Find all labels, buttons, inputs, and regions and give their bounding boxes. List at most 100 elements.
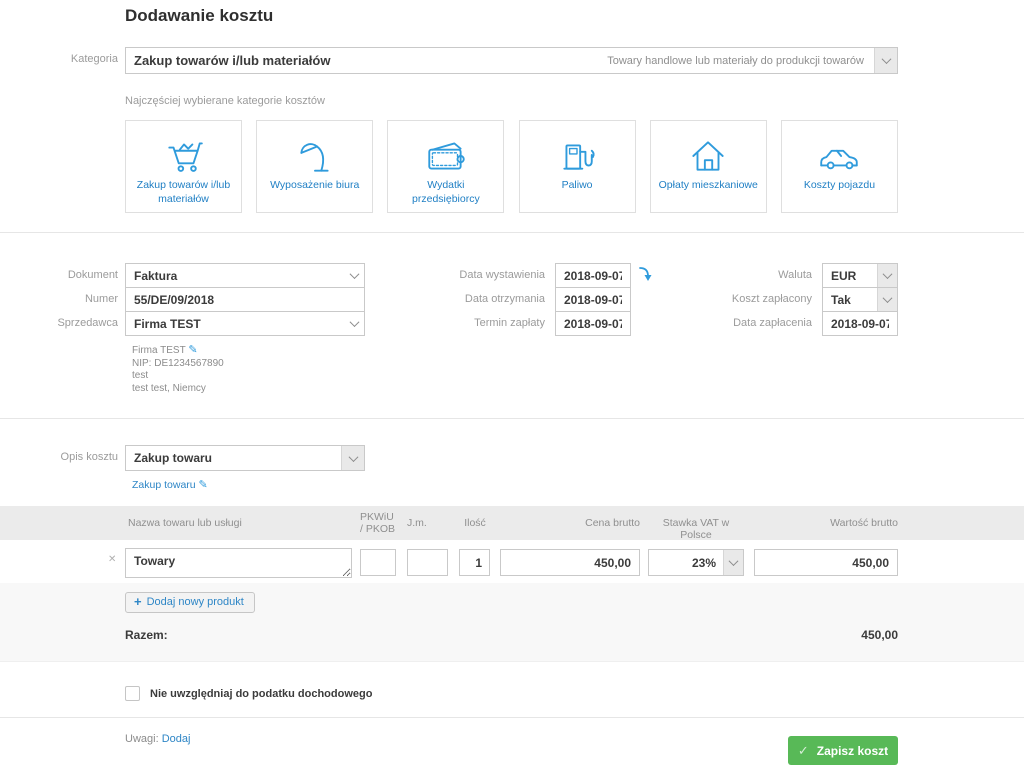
remove-row-icon[interactable]: ✕ <box>108 554 116 565</box>
koszt-zaplacony-select[interactable]: Tak <box>822 287 898 312</box>
data-zaplacenia-label: Data zapłacenia <box>662 317 812 329</box>
chevron-down-icon <box>345 312 364 335</box>
data-wystawienia-input[interactable] <box>555 263 631 288</box>
divider <box>0 232 1024 233</box>
uwagi-add-link[interactable]: Dodaj <box>162 733 191 745</box>
products-footer: + Dodaj nowy produkt Razem: 450,00 <box>0 583 1024 662</box>
add-product-label: Dodaj nowy produkt <box>147 596 244 608</box>
sprzedawca-value: Firma TEST <box>126 317 345 331</box>
category-card-zakup-towarow[interactable]: Zakup towarów i/lub materiałów <box>125 120 242 213</box>
numer-input[interactable] <box>125 287 365 312</box>
suggestions-title: Najczęściej wybierane kategorie kosztów <box>125 95 325 107</box>
category-card-wydatki-przedsiebiorcy[interactable]: Wydatki przedsiębiorcy <box>387 120 504 213</box>
header-pkwiu-line1: PKWiU <box>360 511 395 523</box>
waluta-value: EUR <box>823 269 877 283</box>
data-otrzymania-input[interactable] <box>555 287 631 312</box>
house-icon <box>687 121 729 175</box>
termin-zaplaty-input[interactable] <box>555 311 631 336</box>
add-cost-page: Dodawanie kosztu Kategoria Zakup towarów… <box>0 0 1024 768</box>
koszt-zaplacony-value: Tak <box>823 293 877 307</box>
opis-kosztu-value: Zakup towaru <box>126 451 341 465</box>
product-name-input[interactable]: Towary <box>125 548 352 578</box>
copy-date-down-icon[interactable] <box>638 265 652 287</box>
page-title: Dodawanie kosztu <box>125 6 273 26</box>
sprzedawca-label: Sprzedawca <box>0 317 118 329</box>
chevron-down-icon <box>341 446 364 470</box>
waluta-select[interactable]: EUR <box>822 263 898 288</box>
waluta-label: Waluta <box>662 269 812 281</box>
category-card-label: Wydatki przedsiębiorcy <box>388 175 503 206</box>
opis-kosztu-edit[interactable]: Zakup towaru ✎ <box>132 478 208 491</box>
dokument-select[interactable]: Faktura <box>125 263 365 288</box>
category-card-label: Zakup towarów i/lub materiałów <box>126 175 241 206</box>
products-table-header: Nazwa towaru lub usługi PKWiU / PKOB J.m… <box>0 506 1024 540</box>
chevron-down-icon <box>877 264 897 287</box>
header-jm: J.m. <box>407 517 427 529</box>
koszt-zaplacony-label: Koszt zapłacony <box>662 293 812 305</box>
header-pkwiu-line2: / PKOB <box>360 523 395 535</box>
income-tax-exclude-checkbox[interactable] <box>125 686 140 701</box>
pkwiu-input[interactable] <box>360 549 396 576</box>
shopping-cart-icon <box>163 121 205 175</box>
category-card-koszty-pojazdu[interactable]: Koszty pojazdu <box>781 120 898 213</box>
total-label: Razem: <box>125 628 168 642</box>
seller-address-line1: test <box>132 370 224 383</box>
income-tax-exclude-label: Nie uwzględniaj do podatku dochodowego <box>150 688 372 700</box>
stawka-vat-select[interactable]: 23% <box>648 549 744 576</box>
seller-name: Firma TEST <box>132 345 186 356</box>
header-cena-brutto: Cena brutto <box>500 517 640 529</box>
header-stawka-vat: Stawka VAT w Polsce <box>648 517 744 541</box>
category-card-label: Paliwo <box>556 175 599 193</box>
checkmark-icon: ✓ <box>798 743 809 759</box>
category-card-paliwo[interactable]: Paliwo <box>519 120 636 213</box>
desk-lamp-icon <box>294 121 336 175</box>
category-selected-value: Zakup towarów i/lub materiałów <box>126 53 607 68</box>
termin-zaplaty-label: Termin zapłaty <box>395 317 545 329</box>
car-icon <box>816 121 862 175</box>
edit-description-icon: ✎ <box>199 479 208 491</box>
category-hint: Towary handlowe lub materiały do produkc… <box>607 55 874 67</box>
wartosc-brutto-input[interactable] <box>754 549 898 576</box>
divider <box>0 717 1024 718</box>
add-product-button[interactable]: + Dodaj nowy produkt <box>125 592 255 613</box>
wallet-icon <box>423 121 469 175</box>
cena-brutto-input[interactable] <box>500 549 640 576</box>
opis-kosztu-label: Opis kosztu <box>0 451 118 463</box>
total-value: 450,00 <box>754 628 898 642</box>
uwagi-label: Uwagi: <box>125 733 159 745</box>
header-pkwiu: PKWiU / PKOB <box>360 511 395 535</box>
divider <box>0 418 1024 419</box>
chevron-down-icon <box>874 48 897 73</box>
category-card-wyposazenie-biura[interactable]: Wyposażenie biura <box>256 120 373 213</box>
chevron-down-icon <box>723 550 743 575</box>
ilosc-input[interactable] <box>459 549 490 576</box>
category-card-oplaty-mieszkaniowe[interactable]: Opłaty mieszkaniowe <box>650 120 767 213</box>
stawka-vat-value: 23% <box>649 556 723 570</box>
chevron-down-icon <box>345 264 364 287</box>
data-zaplacenia-input[interactable] <box>822 311 898 336</box>
header-ilosc: Ilość <box>455 517 495 529</box>
category-select[interactable]: Zakup towarów i/lub materiałów Towary ha… <box>125 47 898 74</box>
opis-kosztu-edit-link[interactable]: Zakup towaru <box>132 479 196 491</box>
save-cost-label: Zapisz koszt <box>817 744 888 758</box>
jm-input[interactable] <box>407 549 448 576</box>
seller-address-line2: test test, Niemcy <box>132 383 224 396</box>
dokument-label: Dokument <box>0 269 118 281</box>
numer-label: Numer <box>0 293 118 305</box>
sprzedawca-select[interactable]: Firma TEST <box>125 311 365 336</box>
edit-seller-icon[interactable]: ✎ <box>188 344 197 356</box>
category-card-label: Wyposażenie biura <box>264 175 365 193</box>
chevron-down-icon <box>877 288 897 311</box>
category-label: Kategoria <box>0 53 118 65</box>
plus-icon: + <box>134 597 142 607</box>
seller-nip: NIP: DE1234567890 <box>132 358 224 371</box>
data-wystawienia-label: Data wystawienia <box>395 269 545 281</box>
data-otrzymania-label: Data otrzymania <box>395 293 545 305</box>
category-card-label: Opłaty mieszkaniowe <box>653 175 764 193</box>
header-wartosc-brutto: Wartość brutto <box>754 517 898 529</box>
save-cost-button[interactable]: ✓ Zapisz koszt <box>788 736 898 765</box>
opis-kosztu-select[interactable]: Zakup towaru <box>125 445 365 471</box>
uwagi-row: Uwagi: Dodaj <box>125 733 190 745</box>
dokument-value: Faktura <box>126 269 345 283</box>
category-card-label: Koszty pojazdu <box>798 175 881 193</box>
